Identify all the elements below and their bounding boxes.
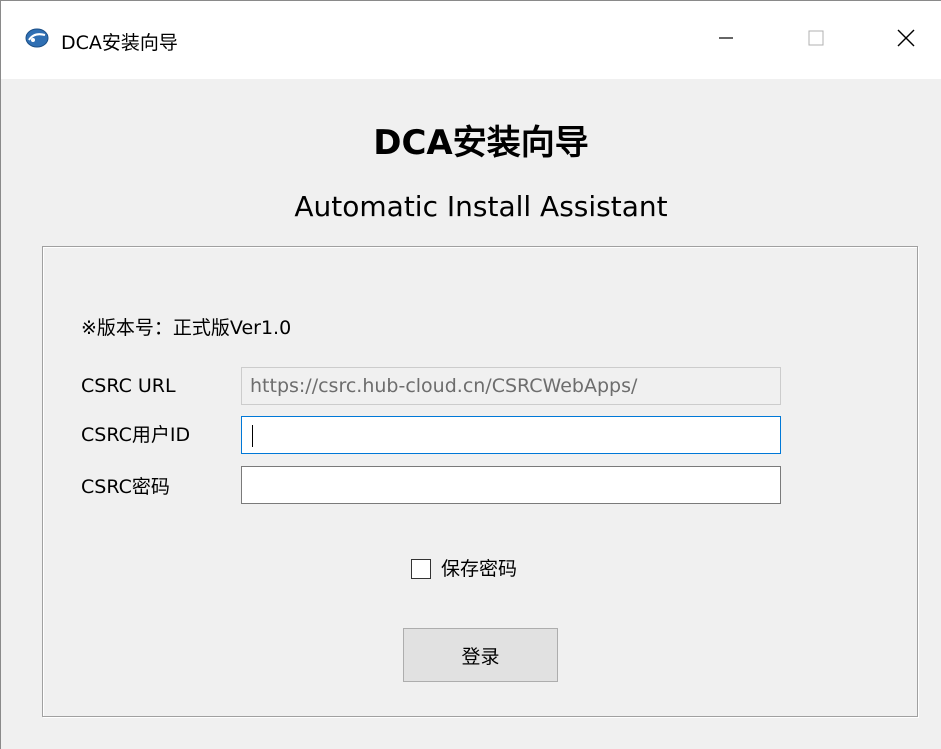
text-caret [252, 425, 253, 447]
version-label: ※版本号：正式版Ver1.0 [81, 317, 292, 339]
close-icon [895, 27, 917, 53]
title-bar[interactable]: DCA安装向导 [1, 1, 941, 79]
minimize-icon [716, 28, 736, 52]
user-id-label: CSRC用户ID [81, 424, 191, 446]
save-password-option[interactable]: 保存密码 [411, 556, 517, 582]
minimize-button[interactable] [681, 1, 771, 79]
dca-logo-icon [25, 28, 49, 48]
page-title: DCA安装向导 [373, 123, 589, 163]
save-password-label[interactable]: 保存密码 [441, 556, 517, 582]
url-field: https://csrc.hub-cloud.cn/CSRCWebApps/ [241, 367, 781, 405]
user-id-field[interactable] [241, 416, 781, 454]
password-label: CSRC密码 [81, 476, 170, 498]
maximize-icon [806, 28, 826, 52]
maximize-button[interactable] [771, 1, 861, 79]
close-button[interactable] [861, 1, 941, 79]
page-subtitle: Automatic Install Assistant [294, 190, 668, 223]
installer-window: DCA安装向导 DCA安装向导 Automatic Install Assist… [0, 0, 941, 749]
window-title: DCA安装向导 [61, 32, 178, 54]
save-password-checkbox[interactable] [411, 559, 431, 579]
password-field[interactable] [241, 466, 781, 504]
url-label: CSRC URL [81, 375, 176, 397]
login-button[interactable]: 登录 [403, 628, 558, 682]
